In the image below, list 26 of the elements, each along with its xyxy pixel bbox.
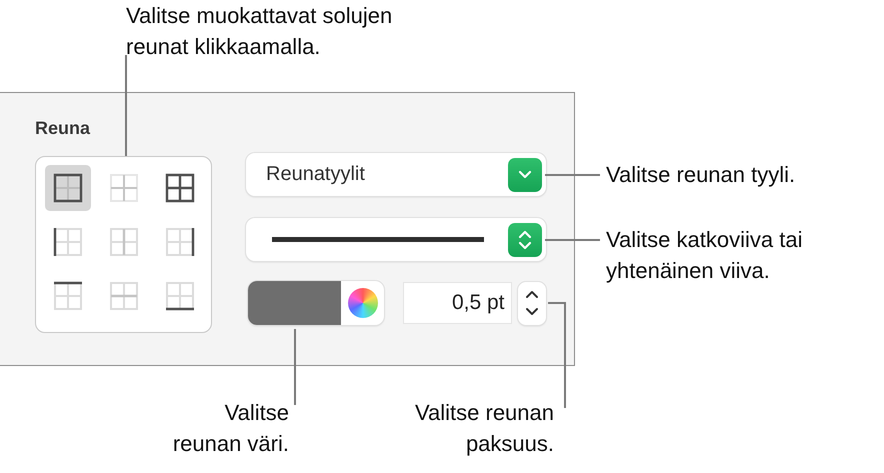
color-wheel-icon xyxy=(348,288,378,318)
chevron-down-icon xyxy=(508,158,542,192)
up-down-chevron-icon xyxy=(508,222,542,256)
callout-text: Valitse muokattavat solujen reunat klikkaamalla. xyxy=(126,2,392,61)
stepper-button[interactable] xyxy=(518,282,546,324)
table-border-icon xyxy=(109,281,139,311)
section-title: Reuna xyxy=(35,118,92,140)
width-field[interactable]: 0,5 pt xyxy=(404,283,511,323)
color-well[interactable] xyxy=(248,281,384,325)
border-style-dropdown[interactable]: Reunatyylit xyxy=(246,153,546,196)
table-border-icon xyxy=(109,173,139,203)
table-border-icon xyxy=(53,173,83,203)
callout-text: Valitse reunan tyyli. xyxy=(606,161,796,189)
line-style-dropdown[interactable] xyxy=(246,218,546,261)
table-border-icon xyxy=(109,227,139,257)
leader-line xyxy=(545,239,600,241)
callout-text: Valitse katkoviiva tai yhtenäinen viiva. xyxy=(606,226,802,285)
table-border-icon xyxy=(165,281,195,311)
table-border-icon xyxy=(53,281,83,311)
table-border-icon xyxy=(165,227,195,257)
callout-text: Valitse reunan paksuus. xyxy=(414,399,554,458)
border-option-button[interactable] xyxy=(45,165,91,211)
leader-line xyxy=(545,174,600,176)
callout-text: Valitse reunan väri. xyxy=(172,399,289,458)
table-border-icon xyxy=(165,173,195,203)
table-border-icon xyxy=(53,227,83,257)
